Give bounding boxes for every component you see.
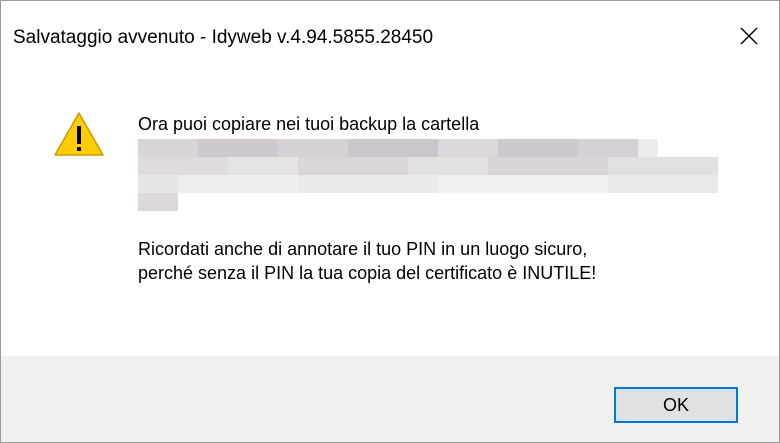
message-text: Ora puoi copiare nei tuoi backup la cart…: [138, 112, 479, 136]
redacted-folder-path: [138, 135, 718, 213]
ok-button[interactable]: OK: [614, 387, 738, 423]
message-dialog: Salvataggio avvenuto - Idyweb v.4.94.585…: [0, 0, 780, 443]
pin-warning-text: Ricordati anche di annotare il tuo PIN i…: [138, 237, 596, 285]
window-title: Salvataggio avvenuto - Idyweb v.4.94.585…: [13, 27, 434, 48]
title-bar: Salvataggio avvenuto - Idyweb v.4.94.585…: [1, 1, 779, 81]
pin-warning-line-2: perché senza il PIN la tua copia del cer…: [138, 263, 597, 283]
message-line-folder: Ora puoi copiare nei tuoi backup la cart…: [138, 114, 480, 134]
close-button[interactable]: [719, 1, 779, 71]
warning-icon: [54, 112, 104, 156]
dialog-content: Ora puoi copiare nei tuoi backup la cart…: [1, 81, 779, 351]
close-icon: [740, 27, 758, 45]
button-bar: OK: [1, 356, 779, 442]
pin-warning-line-1: Ricordati anche di annotare il tuo PIN i…: [138, 239, 588, 259]
